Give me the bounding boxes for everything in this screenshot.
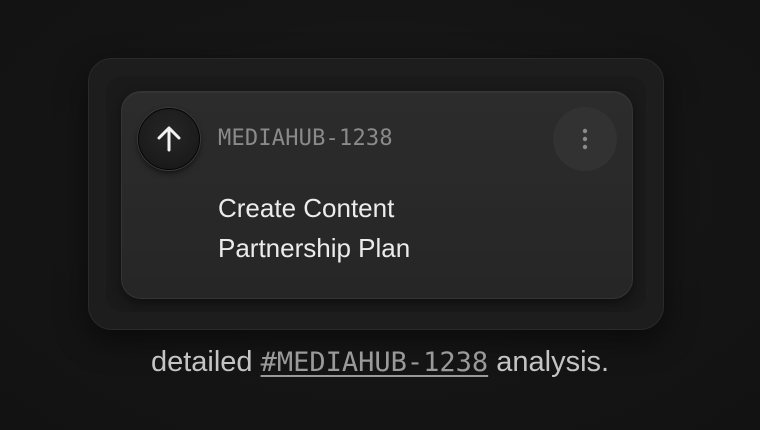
issue-id: MEDIAHUB-1238 <box>218 126 393 151</box>
caption: detailed #MEDIAHUB-1238 analysis. <box>0 340 760 385</box>
arrow-up-icon <box>157 126 181 152</box>
issue-link[interactable]: #MEDIAHUB-1238 <box>261 347 489 378</box>
issue-card[interactable]: MEDIAHUB-1238 Create Content Partnership… <box>121 91 633 299</box>
issue-card-well: MEDIAHUB-1238 Create Content Partnership… <box>105 75 647 313</box>
caption-suffix: analysis. <box>496 346 610 378</box>
more-options-button[interactable] <box>553 107 617 171</box>
canvas: MEDIAHUB-1238 Create Content Partnership… <box>0 0 760 430</box>
caption-prefix: detailed <box>150 346 253 378</box>
vertical-dots-icon <box>582 128 588 150</box>
upvote-button[interactable] <box>138 108 200 170</box>
issue-title: Create Content Partnership Plan <box>218 193 411 263</box>
issue-card-container: MEDIAHUB-1238 Create Content Partnership… <box>88 58 664 330</box>
